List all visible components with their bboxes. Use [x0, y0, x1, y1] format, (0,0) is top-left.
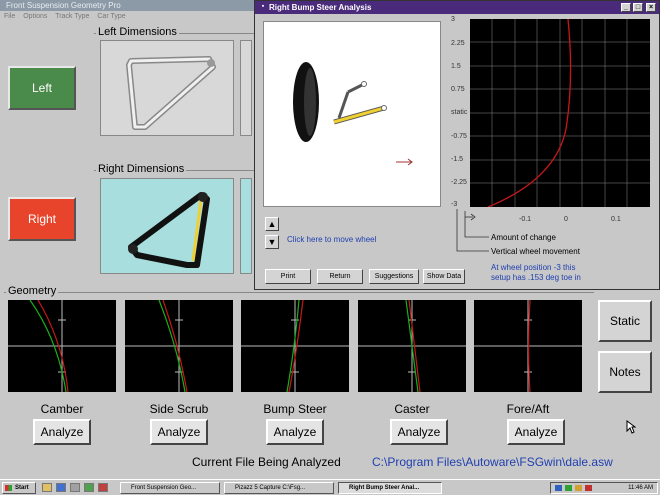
right-button[interactable]: Right: [8, 197, 76, 241]
app-launch-icon-2[interactable]: [98, 483, 108, 492]
static-button[interactable]: Static: [598, 300, 652, 342]
return-button[interactable]: Return: [317, 269, 363, 284]
menu-car-type[interactable]: Car Type: [97, 13, 125, 20]
menu-file[interactable]: File: [4, 13, 15, 20]
camber-plot: [8, 299, 116, 393]
y-tick-1-5: 1.5: [451, 63, 461, 70]
left-dimensions-label: Left Dimensions: [96, 26, 179, 38]
taskbar-clock: 11:46 AM: [628, 485, 653, 491]
desktop-icon[interactable]: [42, 483, 52, 492]
x-tick-0-1: 0.1: [611, 216, 621, 223]
mail-icon[interactable]: [70, 483, 80, 492]
close-icon[interactable]: ×: [646, 3, 656, 12]
caster-label: Caster: [394, 402, 430, 416]
left-button[interactable]: Left: [8, 66, 76, 110]
tray-icon-app[interactable]: [565, 485, 572, 491]
fore-aft-label: Fore/Aft: [506, 402, 550, 416]
current-file-path: C:\Program Files\Autoware\FSGwin\dale.as…: [372, 455, 613, 469]
y-tick-neg-0-75: -0.75: [451, 133, 467, 140]
bump-steer-label: Bump Steer: [263, 402, 327, 416]
legend-vertical-wheel-movement: Vertical wheel movement: [491, 247, 580, 256]
analyze-bump-steer-button[interactable]: Analyze: [266, 419, 324, 445]
maximize-icon[interactable]: □: [633, 3, 643, 12]
menu-options[interactable]: Options: [23, 13, 47, 20]
app-icon: ▪: [261, 3, 265, 10]
arrow-down-icon: ▼: [267, 237, 277, 247]
legend-pointer-lines: [456, 209, 489, 252]
menu-track-type[interactable]: Track Type: [55, 13, 89, 20]
caster-plot: [358, 299, 466, 393]
y-tick-neg-1-5: -1.5: [451, 156, 464, 163]
y-tick-3: 3: [451, 16, 455, 23]
system-tray: 11:46 AM: [550, 482, 658, 494]
y-tick-neg-2-25: -2.25: [451, 179, 467, 186]
geometry-label: Geometry: [6, 285, 59, 297]
main-window-title: Front Suspension Geometry Pro: [6, 1, 121, 10]
right-dimensions-label: Right Dimensions: [96, 163, 187, 175]
analyze-fore-aft-button[interactable]: Analyze: [507, 419, 565, 445]
legend-amount-of-change: Amount of change: [491, 233, 556, 242]
side-scrub-plot: [125, 299, 233, 393]
start-label: Start: [15, 485, 29, 491]
left-arm-image-2[interactable]: [240, 40, 252, 136]
notes-button[interactable]: Notes: [598, 351, 652, 393]
browser-icon[interactable]: [56, 483, 66, 492]
y-tick-2-25: 2.25: [451, 40, 465, 47]
fore-aft-plot: [474, 299, 582, 393]
taskbar-item-bump-steer[interactable]: Right Bump Steer Anal...: [338, 482, 442, 494]
x-tick-0: 0: [564, 216, 568, 223]
analyze-caster-button[interactable]: Analyze: [390, 419, 448, 445]
move-wheel-link[interactable]: Click here to move wheel: [287, 235, 376, 244]
geometry-frame: [4, 292, 594, 293]
move-wheel-up-button[interactable]: ▲: [265, 217, 279, 231]
suggestions-button[interactable]: Suggestions: [369, 269, 419, 284]
bump-steer-graph: [470, 18, 650, 208]
start-button[interactable]: Start: [2, 482, 36, 494]
x-tick-neg-0-1: -0.1: [519, 216, 532, 223]
result-line-1: At wheel position -3 this: [491, 263, 576, 272]
app-launch-icon[interactable]: [84, 483, 94, 492]
bump-steer-plot: [241, 299, 349, 393]
print-button[interactable]: Print: [265, 269, 311, 284]
taskbar-item-fsg[interactable]: Front Suspension Geo...: [120, 482, 220, 494]
dialog-titlebar[interactable]: Right Bump Steer Analysis ▪ _ □ ×: [255, 1, 659, 14]
tray-icon-other[interactable]: [585, 485, 592, 491]
right-arm-image-2[interactable]: [240, 178, 252, 274]
dialog-title: Right Bump Steer Analysis: [269, 3, 372, 12]
arrow-up-icon: ▲: [267, 219, 277, 229]
wheel-3d-view: [263, 21, 441, 207]
show-data-button[interactable]: Show Data: [423, 269, 465, 284]
move-wheel-down-button[interactable]: ▼: [265, 235, 279, 249]
side-scrub-label: Side Scrub: [149, 402, 209, 416]
taskbar-item-pizazz[interactable]: Pizazz 5 Capture C:\Fsg...: [224, 482, 334, 494]
tray-icon-volume[interactable]: [575, 485, 582, 491]
minimize-icon[interactable]: _: [621, 3, 631, 12]
y-tick-static: static: [451, 109, 468, 116]
taskbar: Start Front Suspension Geo... Pizazz 5 C…: [0, 479, 660, 495]
y-tick-0-75: 0.75: [451, 86, 465, 93]
bump-steer-dialog: Right Bump Steer Analysis ▪ _ □ × 3 2.25…: [254, 0, 660, 290]
analyze-side-scrub-button[interactable]: Analyze: [150, 419, 208, 445]
result-line-2: setup has .153 deg toe in: [491, 273, 581, 282]
right-control-arm-image[interactable]: [100, 178, 234, 274]
camber-label: Camber: [40, 402, 84, 416]
left-control-arm-image[interactable]: [100, 40, 234, 136]
tray-icon-network[interactable]: [555, 485, 562, 491]
windows-logo-icon: [5, 485, 12, 491]
current-file-label: Current File Being Analyzed: [192, 455, 341, 469]
analyze-camber-button[interactable]: Analyze: [33, 419, 91, 445]
mouse-cursor-icon: [626, 420, 636, 434]
